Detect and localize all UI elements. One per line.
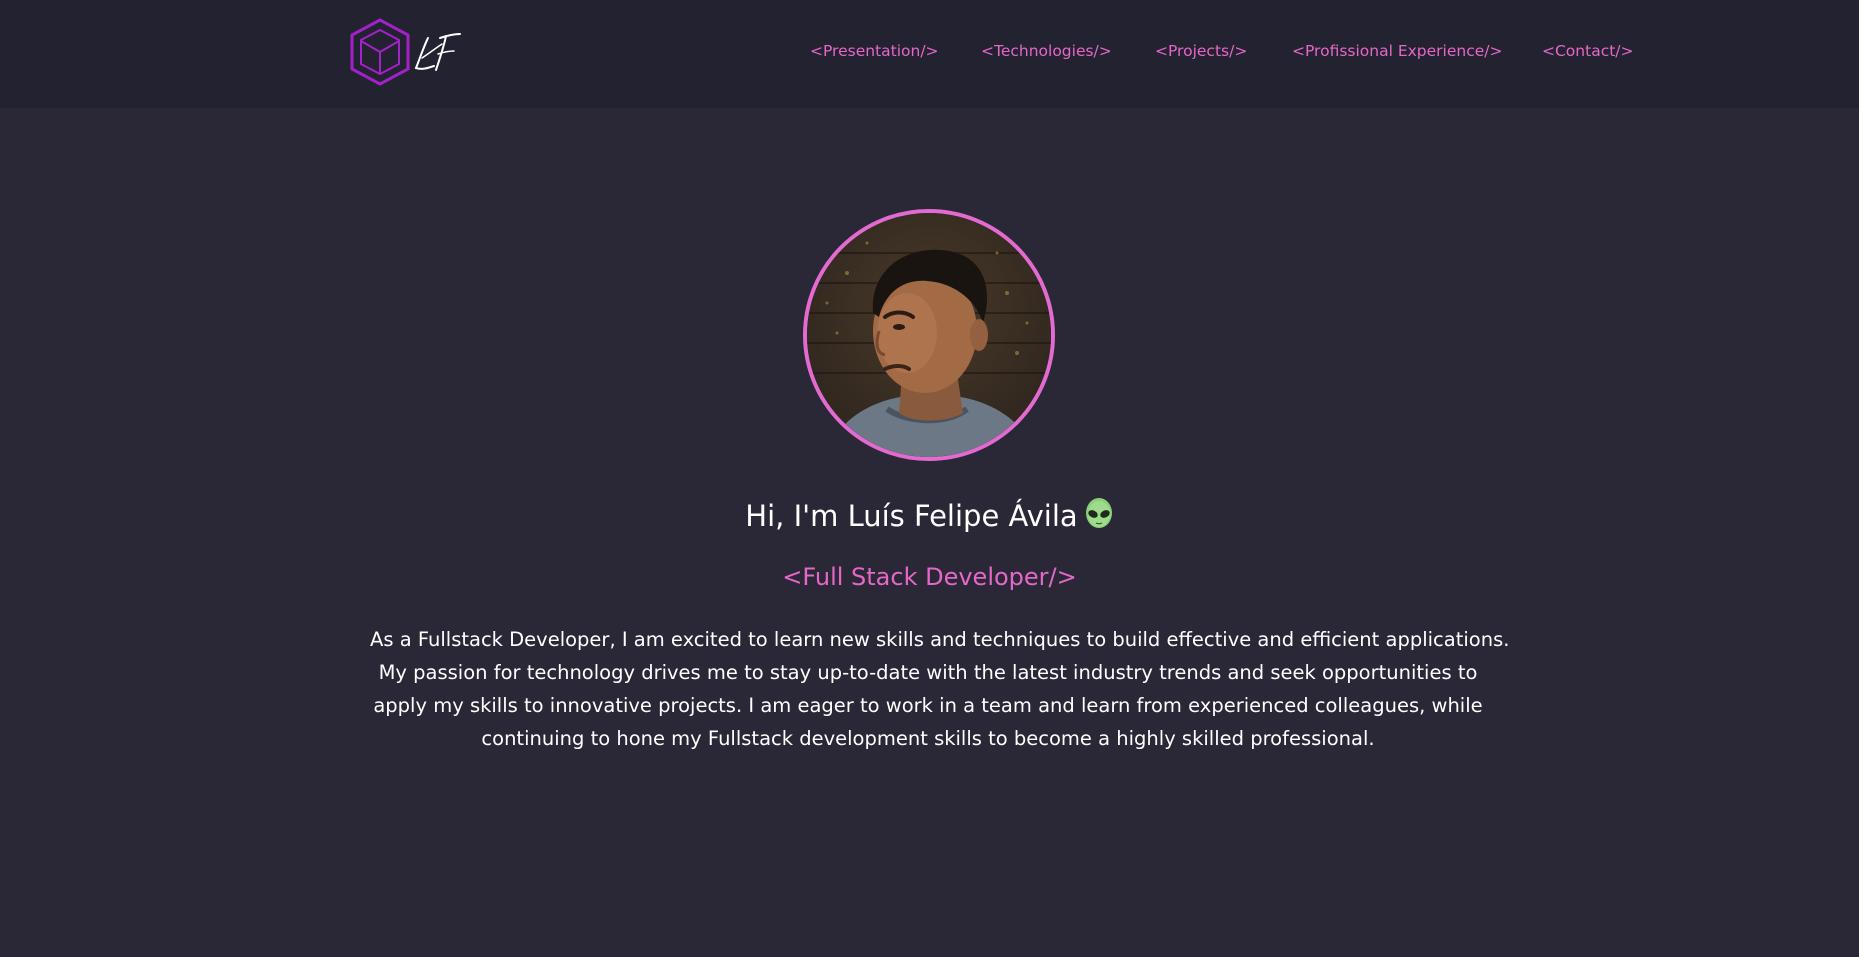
alien-icon bbox=[1084, 498, 1114, 537]
hero-role: <Full Stack Developer/> bbox=[782, 563, 1077, 591]
site-header: <Presentation/> <Technologies/> <Project… bbox=[0, 0, 1859, 108]
nav-link-presentation[interactable]: <Presentation/> bbox=[810, 42, 939, 60]
bio-line: My passion for technology drives me to s… bbox=[378, 661, 1478, 684]
nav-link-technologies[interactable]: <Technologies/> bbox=[981, 42, 1112, 60]
nav-link-projects[interactable]: <Projects/> bbox=[1155, 42, 1247, 60]
nav-link-contact[interactable]: <Contact/> bbox=[1542, 42, 1634, 60]
profile-photo bbox=[807, 213, 1051, 457]
hero-bio: As a Fullstack Developer, I am excited t… bbox=[370, 623, 1510, 755]
nav-link-professional-experience[interactable]: <Profissional Experience/> bbox=[1292, 42, 1502, 60]
greeting-text: Hi, I'm Luís Felipe Ávila bbox=[745, 499, 1078, 533]
hero-greeting: Hi, I'm Luís Felipe Ávila bbox=[0, 498, 1859, 537]
main-nav: <Presentation/> <Technologies/> <Project… bbox=[0, 0, 1859, 104]
bio-line: As a Fullstack Developer, I am excited t… bbox=[370, 628, 1510, 651]
profile-avatar bbox=[803, 209, 1055, 461]
bio-line: continuing to hone my Fullstack developm… bbox=[481, 727, 1375, 750]
bio-line: apply my skills to innovative projects. … bbox=[373, 694, 1483, 717]
